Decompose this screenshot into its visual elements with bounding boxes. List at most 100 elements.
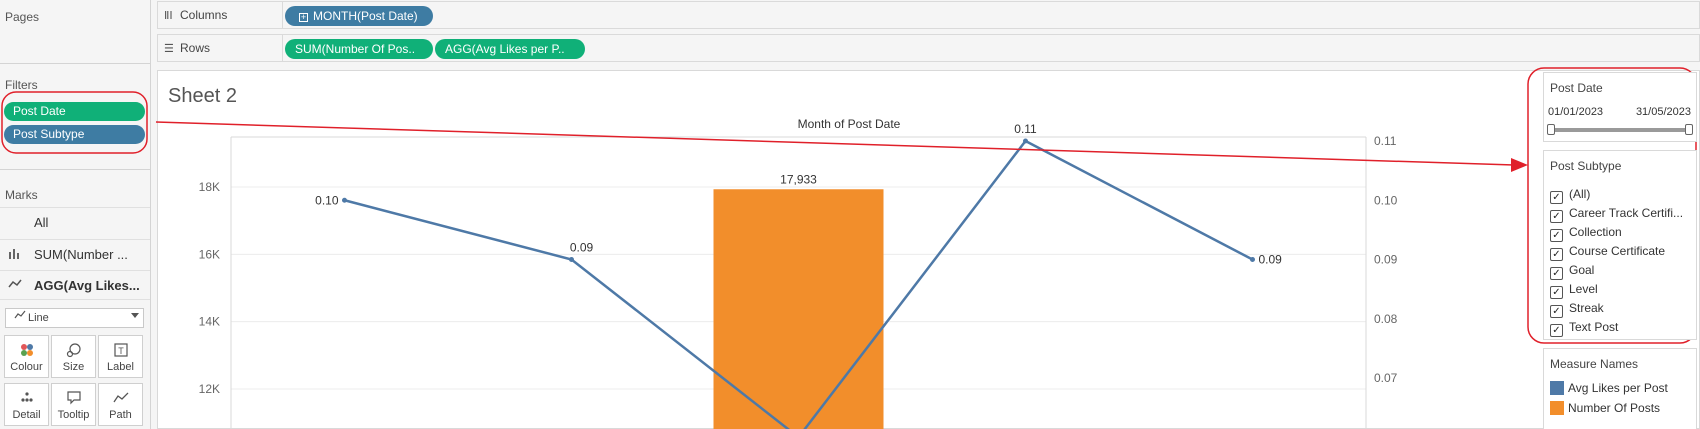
subtype-option-goal[interactable]: ✓ Goal <box>1550 263 1594 282</box>
combo-chart: Month of Post Date 18K 16K 14K 12K 0.11 0.10… <box>199 117 1398 429</box>
label-icon: T <box>99 342 142 358</box>
bar-data-label: 17,933 <box>780 172 817 186</box>
checkbox-checked-icon[interactable]: ✓ <box>1550 191 1563 204</box>
pill-sum-number-of-posts[interactable]: SUM(Number Of Pos.. <box>285 39 433 59</box>
date-range-slider-start-handle[interactable] <box>1547 124 1555 135</box>
line-point <box>1023 138 1028 144</box>
checkbox-checked-icon[interactable]: ✓ <box>1550 286 1563 299</box>
colour-button[interactable]: Colour <box>4 335 49 378</box>
pill-month-post-date[interactable]: + MONTH(Post Date) <box>285 6 433 26</box>
left-axis-tick-label: 14K <box>199 315 220 329</box>
rows-icon: ☰ <box>164 43 174 55</box>
chevron-down-icon <box>131 313 139 318</box>
shelf-divider <box>282 35 283 61</box>
worksheet[interactable]: Sheet 2 Month of Post Date 18K 16K 14K 12K … <box>157 70 1700 429</box>
subtype-option-text-post[interactable]: ✓ Text Post <box>1550 320 1618 339</box>
bar <box>713 189 884 429</box>
subtype-option-all[interactable]: ✓ (All) <box>1550 187 1590 206</box>
marks-all-label: All <box>34 215 49 230</box>
mark-type-dropdown[interactable]: Line <box>5 308 144 328</box>
line-data-label: 0.09 <box>570 241 594 255</box>
pill-agg-avg-likes[interactable]: AGG(Avg Likes per P.. <box>435 39 585 59</box>
post-date-filter-title: Post Date <box>1550 81 1603 95</box>
line-data-label: 0.09 <box>1259 253 1283 267</box>
mark-type-label: Line <box>28 312 49 324</box>
filters-title: Filters <box>5 78 38 92</box>
detail-button-label: Detail <box>12 409 41 421</box>
subtype-option-streak[interactable]: ✓ Streak <box>1550 301 1604 320</box>
right-axis-tick-label: 0.11 <box>1374 134 1397 148</box>
post-date-end[interactable]: 31/05/2023 <box>1636 106 1691 118</box>
line-mark-icon <box>14 309 26 327</box>
tooltip-button[interactable]: Tooltip <box>51 383 96 426</box>
bar-chart-icon <box>8 240 24 270</box>
post-date-start[interactable]: 01/01/2023 <box>1548 106 1603 118</box>
line-point <box>1250 257 1255 262</box>
marks-item-avg-likes-label: AGG(Avg Likes... <box>34 278 140 293</box>
right-axis-ticks: 0.11 0.10 0.09 0.08 0.07 <box>1374 134 1398 385</box>
columns-shelf[interactable]: ⅡⅠ Columns + MONTH(Post Date) <box>157 1 1700 29</box>
svg-text:T: T <box>118 346 124 356</box>
post-date-filter-card: Post Date 01/01/2023 31/05/2023 <box>1543 72 1697 142</box>
marks-item-number[interactable]: SUM(Number ... <box>0 239 150 269</box>
columns-shelf-label: ⅡⅠ Columns <box>164 2 227 28</box>
left-axis-tick-label: 12K <box>199 382 220 396</box>
right-axis-tick-label: 0.10 <box>1374 193 1398 207</box>
legend-title: Measure Names <box>1550 357 1639 371</box>
path-button[interactable]: Path <box>98 383 143 426</box>
legend-swatch <box>1550 381 1564 395</box>
date-range-slider-end-handle[interactable] <box>1685 124 1693 135</box>
date-range-slider-track[interactable] <box>1552 128 1688 132</box>
size-button-label: Size <box>62 361 85 373</box>
checkbox-checked-icon[interactable]: ✓ <box>1550 305 1563 318</box>
columns-icon: ⅡⅠ <box>164 10 173 22</box>
tooltip-button-label: Tooltip <box>57 409 90 421</box>
marks-item-avg-likes[interactable]: AGG(Avg Likes... <box>0 270 150 300</box>
right-axis-tick-label: 0.08 <box>1374 312 1398 326</box>
label-button-label: Label <box>107 361 134 373</box>
pages-pane[interactable]: Pages <box>0 0 151 64</box>
filter-pill-post-date[interactable]: Post Date <box>4 102 145 121</box>
shelf-divider <box>282 2 283 28</box>
subtype-option-course-certificate[interactable]: ✓ Course Certificate <box>1550 244 1665 263</box>
line-point <box>342 197 347 203</box>
filters-pane: Filters Post Date Post Subtype <box>0 70 151 170</box>
detail-button[interactable]: Detail <box>4 383 49 426</box>
legend-item-avg-likes[interactable]: Avg Likes per Post <box>1550 381 1668 399</box>
checkbox-checked-icon[interactable]: ✓ <box>1550 229 1563 242</box>
right-axis-tick-label: 0.09 <box>1374 253 1398 267</box>
filter-pill-post-subtype[interactable]: Post Subtype <box>4 125 145 144</box>
checkbox-checked-icon[interactable]: ✓ <box>1550 248 1563 261</box>
size-button[interactable]: Size <box>51 335 96 378</box>
bars <box>713 189 884 429</box>
post-subtype-filter-card: Post Subtype ✓ (All) ✓ Career Track Certif… <box>1543 150 1697 340</box>
marks-title: Marks <box>5 188 38 202</box>
path-icon <box>99 390 142 406</box>
checkbox-checked-icon[interactable]: ✓ <box>1550 324 1563 337</box>
size-icon <box>52 342 95 358</box>
subtype-option-career-track[interactable]: ✓ Career Track Certifi... <box>1550 206 1683 225</box>
measure-names-legend: Measure Names Avg Likes per Post Number … <box>1543 348 1697 429</box>
legend-swatch <box>1550 401 1564 415</box>
path-button-label: Path <box>109 409 132 421</box>
colour-button-label: Colour <box>10 361 43 373</box>
checkbox-checked-icon[interactable]: ✓ <box>1550 210 1563 223</box>
checkbox-checked-icon[interactable]: ✓ <box>1550 267 1563 280</box>
label-button[interactable]: T Label <box>98 335 143 378</box>
subtype-option-level[interactable]: ✓ Level <box>1550 282 1598 301</box>
rows-shelf-label: ☰ Rows <box>164 35 210 61</box>
legend-item-number-of-posts[interactable]: Number Of Posts <box>1550 401 1660 419</box>
rows-shelf[interactable]: ☰ Rows SUM(Number Of Pos.. AGG(Avg Likes … <box>157 34 1700 62</box>
marks-item-number-label: SUM(Number ... <box>34 247 128 262</box>
left-axis-tick-label: 18K <box>199 180 220 194</box>
pages-title: Pages <box>5 10 40 24</box>
expand-plus-icon: + <box>299 12 308 22</box>
subtype-option-collection[interactable]: ✓ Collection <box>1550 225 1622 244</box>
detail-icon <box>5 390 48 406</box>
line-point <box>569 257 574 262</box>
line-chart-icon <box>8 271 24 301</box>
marks-all[interactable]: All <box>0 207 150 237</box>
left-axis-tick-label: 16K <box>199 247 220 261</box>
line-data-label: 0.10 <box>315 193 339 207</box>
post-subtype-filter-title: Post Subtype <box>1550 159 1622 173</box>
